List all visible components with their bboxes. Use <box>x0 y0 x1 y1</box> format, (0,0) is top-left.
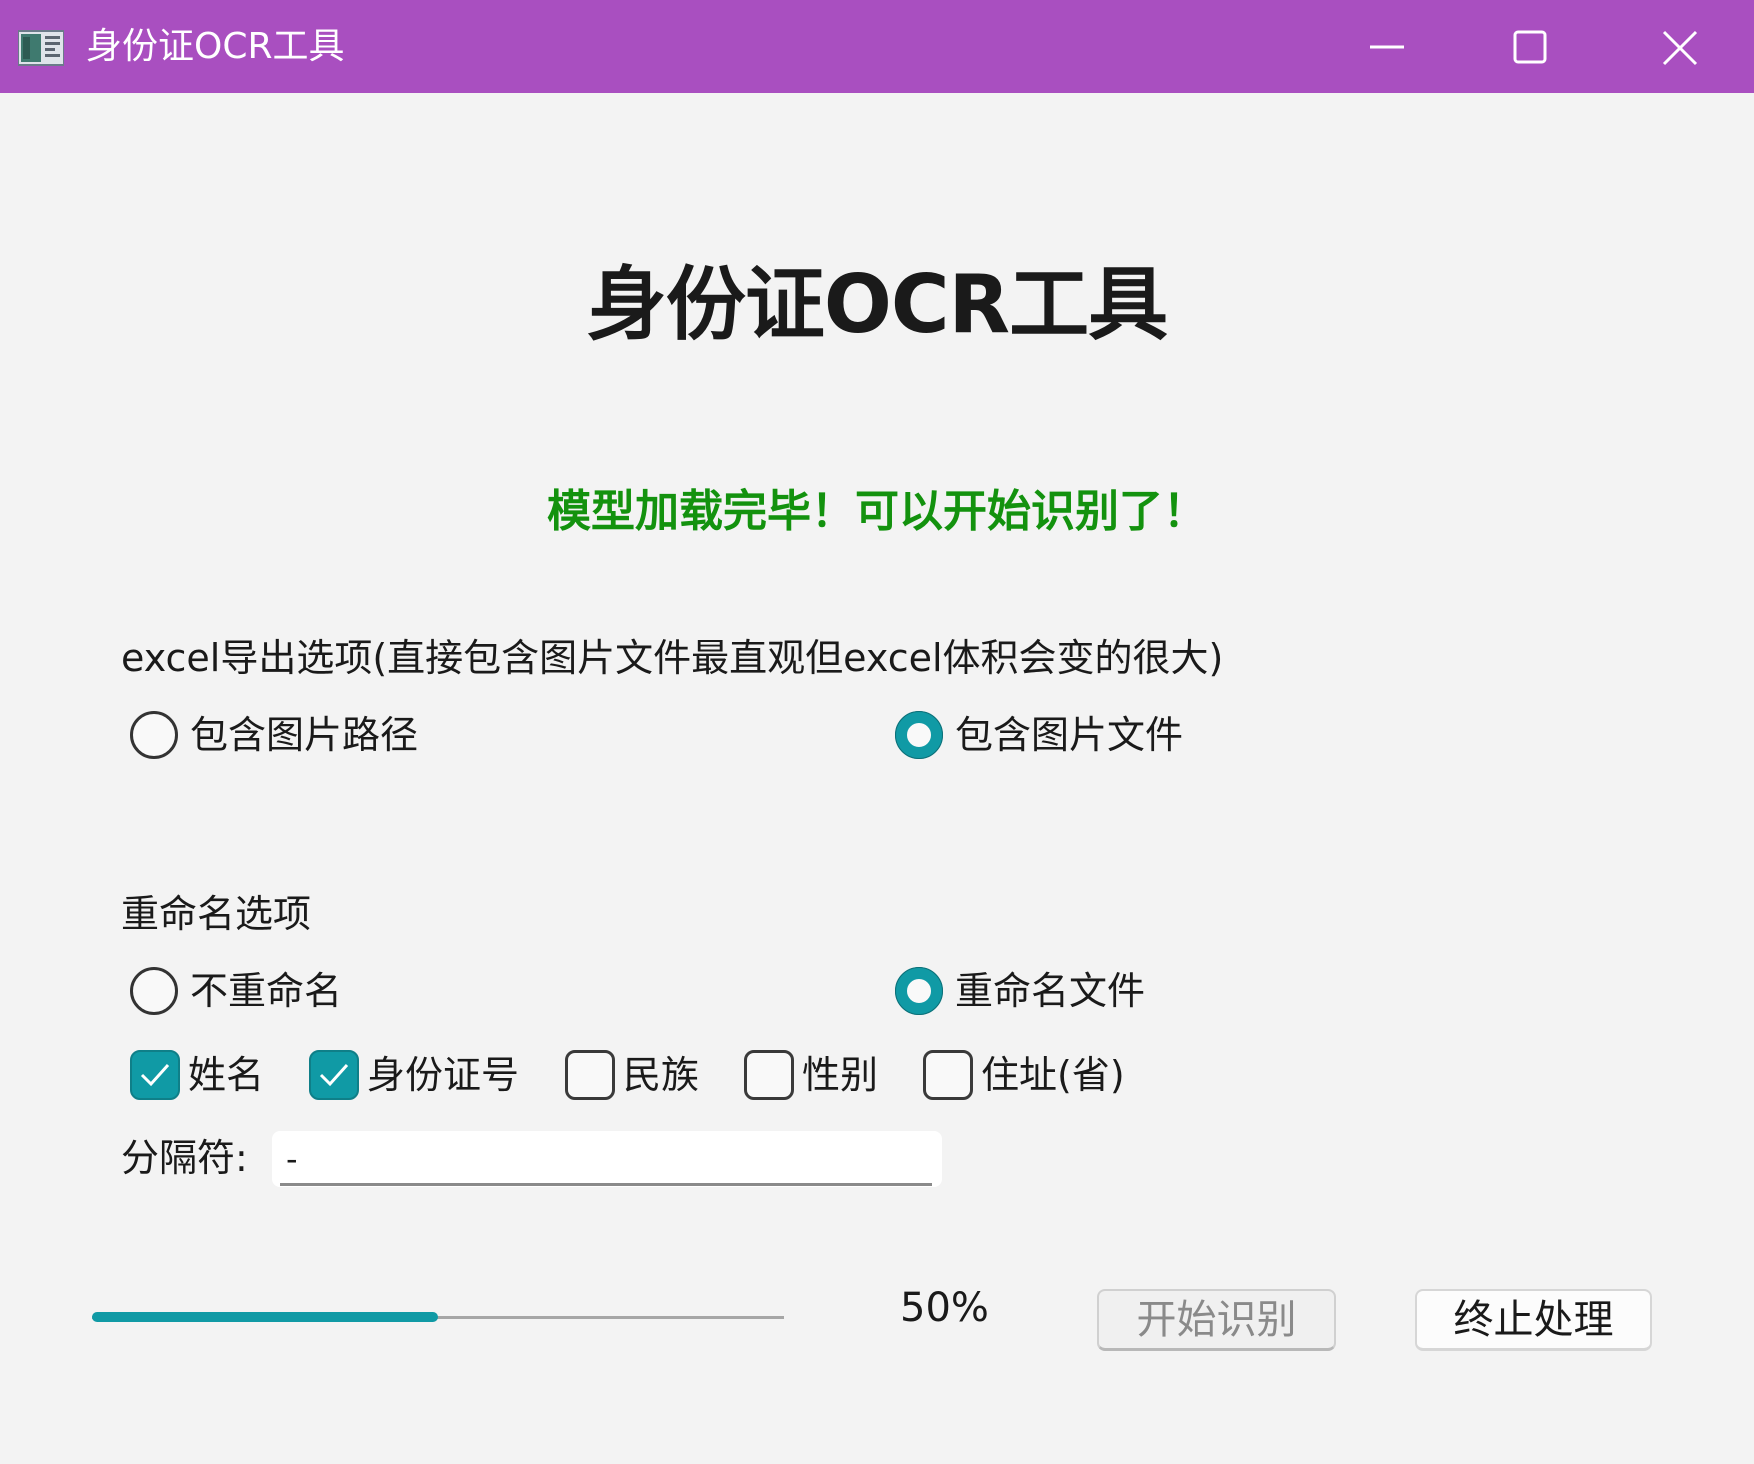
checkbox-box <box>923 1050 973 1100</box>
checkbox-ethnicity[interactable]: 民族 <box>565 1047 715 1103</box>
status-message: 模型加载完毕！可以开始识别了！ <box>547 486 1207 537</box>
checkbox-id-number[interactable]: 身份证号 <box>309 1047 529 1103</box>
checkbox-box <box>130 1050 180 1100</box>
checkbox-name[interactable]: 姓名 <box>130 1047 280 1103</box>
radio-circle <box>130 967 178 1015</box>
radio-label: 包含图片文件 <box>955 713 1184 757</box>
page-title: 身份证OCR工具 <box>586 258 1168 351</box>
checkbox-box <box>309 1050 359 1100</box>
checkbox-address-province[interactable]: 住址(省) <box>923 1047 1143 1103</box>
check-icon <box>319 1063 349 1087</box>
radio-circle <box>895 711 943 759</box>
progress-percent: 50% <box>900 1285 989 1331</box>
separator-input[interactable] <box>272 1131 942 1187</box>
start-recognition-button[interactable]: 开始识别 <box>1097 1289 1336 1351</box>
separator-label: 分隔符: <box>121 1136 248 1180</box>
close-icon <box>1662 30 1698 66</box>
checkbox-box <box>565 1050 615 1100</box>
radio-rename-file[interactable]: 重命名文件 <box>895 963 1175 1019</box>
app-icon <box>17 29 65 67</box>
check-icon <box>140 1063 170 1087</box>
radio-label: 包含图片路径 <box>190 713 419 757</box>
radio-label: 重命名文件 <box>955 969 1146 1013</box>
input-underline <box>280 1183 932 1186</box>
radio-include-image-path[interactable]: 包含图片路径 <box>130 707 450 763</box>
checkbox-gender[interactable]: 性别 <box>744 1047 894 1103</box>
minimize-button[interactable] <box>1322 0 1452 93</box>
radio-circle <box>895 967 943 1015</box>
radio-label: 不重命名 <box>190 969 343 1013</box>
checkbox-label: 姓名 <box>188 1053 265 1097</box>
progress-fill <box>92 1312 438 1322</box>
excel-options-label: excel导出选项(直接包含图片文件最直观但excel体积会变的很大) <box>121 636 1224 680</box>
stop-processing-button[interactable]: 终止处理 <box>1415 1289 1652 1351</box>
checkbox-label: 民族 <box>623 1053 700 1097</box>
checkbox-label: 性别 <box>802 1053 879 1097</box>
window-title: 身份证OCR工具 <box>86 26 345 67</box>
maximize-icon <box>1513 30 1547 64</box>
radio-no-rename[interactable]: 不重命名 <box>130 963 380 1019</box>
rename-options-label: 重命名选项 <box>121 892 312 936</box>
app-window: 身份证OCR工具 身份证OCR工具 模型加载完毕！可以开始识别了！ excel导… <box>0 0 1754 1464</box>
checkbox-label: 住址(省) <box>981 1053 1125 1097</box>
radio-circle <box>130 711 178 759</box>
checkbox-label: 身份证号 <box>367 1053 520 1097</box>
minimize-icon <box>1370 45 1404 49</box>
checkbox-box <box>744 1050 794 1100</box>
close-button[interactable] <box>1616 0 1746 93</box>
title-bar[interactable]: 身份证OCR工具 <box>0 0 1754 93</box>
radio-include-image-file[interactable]: 包含图片文件 <box>895 707 1215 763</box>
maximize-button[interactable] <box>1467 0 1597 93</box>
